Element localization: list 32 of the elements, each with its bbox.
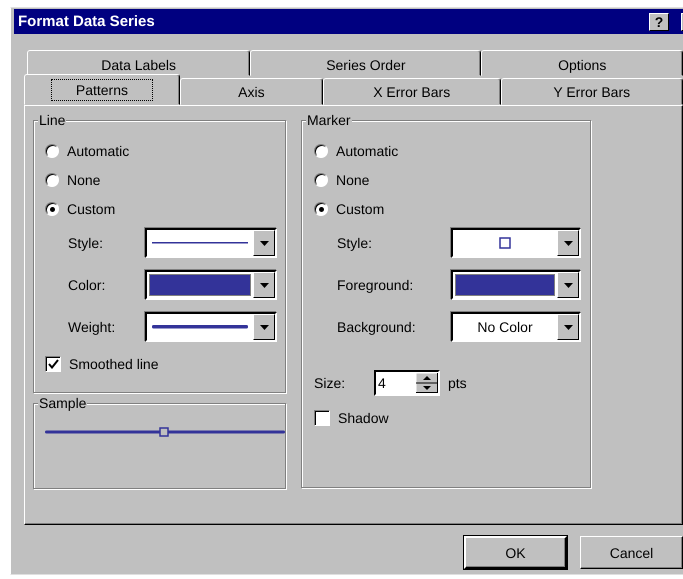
option-label[interactable]: Automatic <box>336 143 398 159</box>
tab[interactable]: Data Labels <box>27 50 250 76</box>
window-title: Format Data Series <box>18 13 155 30</box>
tab[interactable]: Series Order <box>250 50 482 76</box>
field-label: Color: <box>68 277 106 293</box>
group-title: Sample <box>38 396 88 411</box>
unit-label: pts <box>448 375 467 391</box>
size-field[interactable]: 4 <box>374 370 440 396</box>
dialog-button[interactable]: Cancel <box>580 536 683 569</box>
field-label: Background: <box>337 319 417 335</box>
checkbox-label[interactable]: Shadow <box>338 410 389 426</box>
field-label: Style: <box>68 235 104 251</box>
checkbox-label[interactable]: Smoothed line <box>69 356 159 372</box>
tab[interactable]: Patterns <box>24 74 180 105</box>
dropdown[interactable]: No Color <box>451 312 581 342</box>
tab[interactable]: Y Error Bars <box>500 78 683 105</box>
tab[interactable]: Axis <box>180 78 323 105</box>
option-label[interactable]: Custom <box>336 201 384 217</box>
field-label: Size: <box>314 375 346 391</box>
field-label: Weight: <box>68 319 116 335</box>
option-label[interactable]: Automatic <box>67 143 130 159</box>
dialog-button[interactable]: OK <box>464 536 567 569</box>
option-label[interactable]: None <box>67 172 100 188</box>
option-label[interactable]: Custom <box>67 201 116 217</box>
group-title: Marker <box>306 113 352 128</box>
tab[interactable]: X Error Bars <box>322 78 500 105</box>
group-title: Line <box>38 113 66 128</box>
tab[interactable]: Options <box>481 50 683 76</box>
option-label[interactable]: None <box>336 172 370 188</box>
field-label: Foreground: <box>337 277 414 293</box>
field-label: Style: <box>337 235 374 251</box>
help-button[interactable]: ? <box>649 12 669 30</box>
